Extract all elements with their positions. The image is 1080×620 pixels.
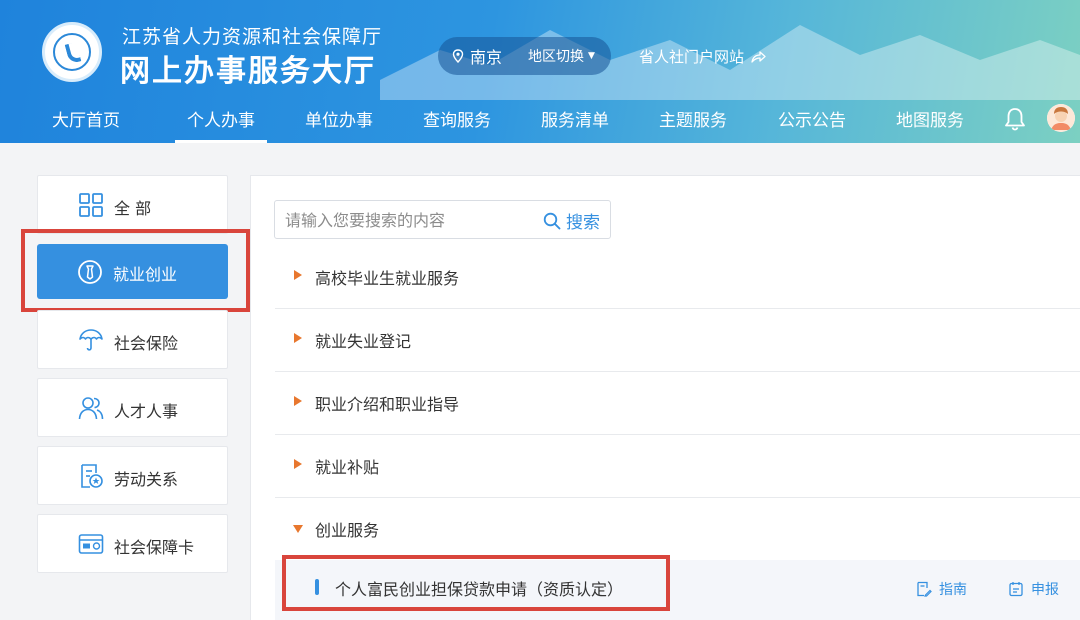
nav-item-personal[interactable]: 个人办事: [175, 106, 267, 143]
user-avatar[interactable]: [1047, 104, 1075, 132]
card-icon: [78, 534, 104, 554]
location-pin-icon: [452, 49, 464, 63]
grid-icon: [79, 193, 103, 217]
bell-icon[interactable]: [1004, 107, 1026, 131]
category-label: 就业失业登记: [315, 332, 412, 351]
category-label: 创业服务: [315, 521, 380, 540]
main-nav: 大厅首页 个人办事 单位办事 查询服务 服务清单 主题服务 公示公告 地图服务: [0, 98, 1080, 143]
apply-label: 申报: [1031, 582, 1059, 598]
caret-down-icon: [293, 525, 303, 533]
nav-item-theme[interactable]: 主题服务: [659, 106, 727, 143]
portal-link[interactable]: 省人社门户网站: [639, 46, 766, 67]
category-row-expanded[interactable]: 创业服务: [275, 498, 1080, 561]
search-button-label: 搜索: [566, 213, 600, 233]
avatar-icon: [1047, 104, 1075, 132]
people-icon: [78, 397, 104, 420]
org-name: 江苏省人力资源和社会保障厅: [122, 26, 383, 48]
category-label: 就业补贴: [315, 458, 380, 477]
sidebar-item-label: 社会保障卡: [114, 538, 195, 557]
sidebar-item-social-card[interactable]: 社会保障卡: [37, 514, 228, 573]
apply-icon: [1009, 582, 1023, 597]
search-input[interactable]: [285, 209, 535, 231]
caret-right-icon: [294, 396, 302, 406]
caret-down-icon: ▼: [588, 51, 595, 61]
nav-item-home[interactable]: 大厅首页: [52, 106, 120, 143]
highlight-box: [21, 229, 250, 312]
caret-right-icon: [294, 270, 302, 280]
guide-label: 指南: [939, 582, 967, 598]
current-city: 南京: [470, 48, 503, 67]
search-button[interactable]: 搜索: [543, 208, 600, 233]
sidebar-item-all[interactable]: 全 部: [37, 175, 228, 234]
sidebar-item-label: 社会保险: [114, 334, 179, 353]
apply-button[interactable]: 申报: [1008, 579, 1059, 599]
guide-button[interactable]: 指南: [916, 579, 967, 599]
portal-link-label: 省人社门户网站: [639, 48, 745, 66]
sidebar-item-label: 全 部: [114, 199, 152, 218]
category-row[interactable]: 就业失业登记: [275, 309, 1080, 372]
nav-item-notices[interactable]: 公示公告: [778, 106, 846, 143]
contract-icon: [81, 464, 103, 488]
search-icon: [543, 212, 561, 229]
sidebar-item-social-insurance[interactable]: 社会保险: [37, 310, 228, 369]
category-label: 高校毕业生就业服务: [315, 269, 460, 288]
hall-title: 网上办事服务大厅: [120, 54, 376, 89]
nav-item-service-list[interactable]: 服务清单: [541, 106, 609, 143]
caret-right-icon: [294, 459, 302, 469]
region-selector[interactable]: 南京 地区切换 ▼: [438, 37, 611, 75]
region-switch-button[interactable]: 地区切换: [528, 46, 584, 66]
sidebar-item-labor[interactable]: 劳动关系: [37, 446, 228, 505]
header-banner: 江苏省人力资源和社会保障厅 网上办事服务大厅 南京 地区切换 ▼ 省人社门户网站…: [0, 0, 1080, 143]
search-bar: 搜索: [274, 200, 611, 239]
category-label: 职业介绍和职业指导: [315, 395, 460, 414]
nav-item-map[interactable]: 地图服务: [896, 106, 964, 143]
nav-item-company[interactable]: 单位办事: [305, 106, 373, 143]
sidebar-item-label: 劳动关系: [114, 470, 179, 489]
category-row[interactable]: 就业补贴: [275, 435, 1080, 498]
nav-item-query[interactable]: 查询服务: [423, 106, 491, 143]
guide-icon: [917, 581, 932, 597]
ministry-logo[interactable]: [42, 22, 102, 82]
sidebar-item-label: 人才人事: [114, 402, 179, 421]
sidebar-item-talent[interactable]: 人才人事: [37, 378, 228, 437]
highlight-box: [282, 555, 670, 611]
caret-right-icon: [294, 333, 302, 343]
category-row[interactable]: 高校毕业生就业服务: [275, 246, 1080, 309]
category-row[interactable]: 职业介绍和职业指导: [275, 372, 1080, 435]
share-arrow-icon: [751, 50, 766, 63]
umbrella-icon: [79, 329, 103, 351]
